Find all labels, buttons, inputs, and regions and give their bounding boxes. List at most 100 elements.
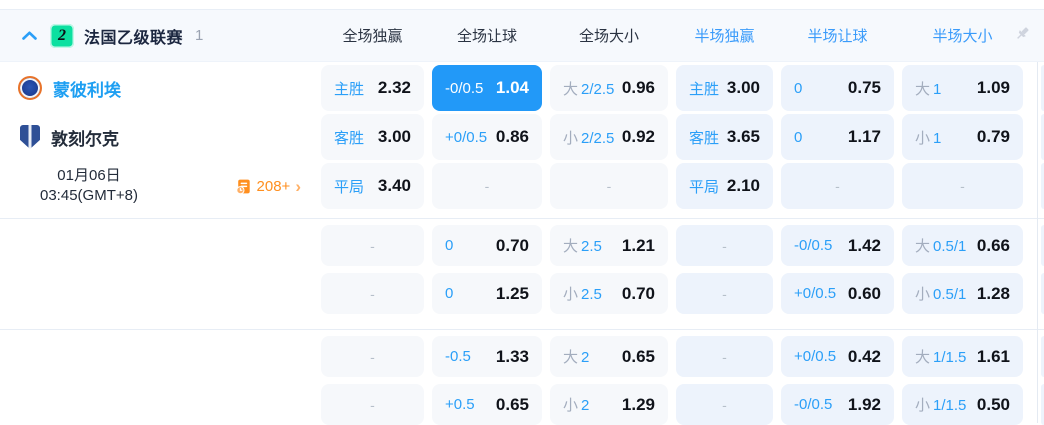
odds-dash: - xyxy=(370,396,375,413)
chevron-right-icon: › xyxy=(295,176,301,196)
odds-value: 0.86 xyxy=(495,127,529,146)
odds-value: 2.10 xyxy=(726,176,760,195)
odds-line-label: 小 1/1.5 xyxy=(915,394,966,415)
row-home: 蒙彼利埃 主胜 2.32 -0/0.5 1.04 大 2/2.5 0.96 主胜 3.00 0 0.… xyxy=(0,65,1044,111)
line-value: 2 xyxy=(581,349,590,366)
alt-line-row: -0 0.70 大 2.5 1.21- -0/0.5 1.42 大 0.5/1 0.66 xyxy=(0,225,1044,266)
odds-label: 0 xyxy=(794,79,803,97)
odds-cell[interactable]: 大 2/2.5 0.96 xyxy=(550,65,668,111)
odds-cell[interactable]: - xyxy=(781,163,894,209)
odds-value: 0.92 xyxy=(621,127,655,146)
odds-cell[interactable]: - xyxy=(321,225,424,266)
odds-cell[interactable]: -0/0.5 1.04 xyxy=(432,65,542,111)
odds-cell[interactable]: 0 0.70 xyxy=(432,225,542,266)
league-name: 法国乙级联赛 xyxy=(84,29,184,47)
odds-value: 0.50 xyxy=(976,394,1010,414)
odds-value: 0.79 xyxy=(976,127,1010,146)
odds-label: -0/0.5 xyxy=(445,79,484,97)
odds-line-label: 大 2.5 xyxy=(563,235,602,256)
odds-cell[interactable]: 平局 2.10 xyxy=(676,163,773,209)
odds-cell[interactable]: 小 2/2.5 0.92 xyxy=(550,114,668,160)
odds-cell[interactable]: - xyxy=(902,163,1023,209)
alt-line-row: - +0.5 0.65 小 2 1.29- -0/0.5 1.92 小 1/1.5 0.50 xyxy=(0,384,1044,425)
markets-list-clock-icon xyxy=(235,179,250,194)
odds-cell[interactable]: - xyxy=(432,163,542,209)
column-header-ht-handicap: 半场让球 xyxy=(807,28,868,45)
odds-line-label: 大1 xyxy=(915,78,941,99)
line-value: 2 xyxy=(581,397,590,414)
odds-cell[interactable]: 小 1/1.5 0.50 xyxy=(902,384,1023,425)
league-header: 2 法国乙级联赛 1 全场独赢 全场让球 全场大小 半场独赢 半场让球 半场大小 xyxy=(0,10,1044,62)
odds-cell[interactable]: - xyxy=(676,225,773,266)
alt-line-row: - -0.5 1.33 大 2 0.65- +0/0.5 0.42 大 1/1.5 1.61 xyxy=(0,336,1044,377)
odds-cell[interactable]: +0/0.5 0.60 xyxy=(781,273,894,314)
match-datetime: 01月06日 03:45(GMT+8) xyxy=(40,166,138,207)
odds-cell[interactable]: 客胜 3.00 xyxy=(321,114,424,160)
league-match-count: 1 xyxy=(195,27,204,44)
pin-icon[interactable] xyxy=(1014,25,1031,47)
line-value: 2/2.5 xyxy=(581,129,615,147)
section-main: 蒙彼利埃 主胜 2.32 -0/0.5 1.04 大 2/2.5 0.96 主胜 3.00 0 0.… xyxy=(0,62,1044,218)
odds-cell[interactable]: 0 0.75 xyxy=(781,65,894,111)
odds-cell[interactable]: 小 0.5/1 1.28 xyxy=(902,273,1023,314)
over-under-prefix: 小 xyxy=(915,397,931,414)
column-header-ht-1x2: 半场独赢 xyxy=(694,28,755,45)
line-value: 1 xyxy=(933,80,942,98)
odds-line-label: 大 1/1.5 xyxy=(915,346,966,367)
more-markets-link[interactable]: 208+ › xyxy=(235,178,301,195)
odds-value: 1.04 xyxy=(495,78,529,97)
match-time: 03:45(GMT+8) xyxy=(40,187,138,204)
odds-cell[interactable]: - xyxy=(676,336,773,377)
odds-cell[interactable]: 客胜 3.65 xyxy=(676,114,773,160)
odds-cell[interactable]: +0.5 0.65 xyxy=(432,384,542,425)
over-under-prefix: 大 xyxy=(915,80,931,98)
odds-line-label: 小 2/2.5 xyxy=(563,127,614,148)
line-value: 2.5 xyxy=(581,286,602,303)
odds-cell[interactable]: -0/0.5 1.92 xyxy=(781,384,894,425)
odds-cell[interactable]: 平局 3.40 xyxy=(321,163,424,209)
odds-cell[interactable]: 0 1.25 xyxy=(432,273,542,314)
odds-cell[interactable]: 大 1/1.5 1.61 xyxy=(902,336,1023,377)
odds-cell[interactable]: 主胜 3.00 xyxy=(676,65,773,111)
line-value: 1/1.5 xyxy=(933,349,967,366)
odds-value: 1.33 xyxy=(495,346,529,366)
odds-cell[interactable]: +0/0.5 0.86 xyxy=(432,114,542,160)
odds-label: +0.5 xyxy=(445,396,475,413)
odds-cell[interactable]: 大 2 0.65 xyxy=(550,336,668,377)
odds-widget: 2 法国乙级联赛 1 全场独赢 全场让球 全场大小 半场独赢 半场让球 半场大小 xyxy=(0,0,1044,425)
odds-cell[interactable]: 主胜 2.32 xyxy=(321,65,424,111)
row-away: 敦刻尔克 客胜 3.00 +0/0.5 0.86 小 2/2.5 0.92 客胜 3.65 0 1.… xyxy=(0,114,1044,160)
odds-cell[interactable]: 大 2.5 1.21 xyxy=(550,225,668,266)
odds-label: 主胜 xyxy=(689,80,720,98)
over-under-prefix: 大 xyxy=(915,349,931,366)
odds-cell[interactable]: -0.5 1.33 xyxy=(432,336,542,377)
odds-cell[interactable]: -0/0.5 1.42 xyxy=(781,225,894,266)
odds-cell[interactable]: 小 2.5 0.70 xyxy=(550,273,668,314)
odds-cell[interactable]: +0/0.5 0.42 xyxy=(781,336,894,377)
odds-cell[interactable]: - xyxy=(676,273,773,314)
odds-cell[interactable]: - xyxy=(321,384,424,425)
odds-cell[interactable]: - xyxy=(321,336,424,377)
over-under-prefix: 大 xyxy=(563,349,579,366)
home-team-name: 蒙彼利埃 xyxy=(53,80,121,100)
odds-cell[interactable]: - xyxy=(321,273,424,314)
odds-value: 3.00 xyxy=(377,127,411,146)
odds-line-label: 大2 xyxy=(563,346,589,367)
odds-cell[interactable]: 大 1 1.09 xyxy=(902,65,1023,111)
away-team[interactable]: 敦刻尔克 xyxy=(0,114,313,160)
odds-value: 1.09 xyxy=(976,78,1010,97)
odds-cell[interactable]: 小 1 0.79 xyxy=(902,114,1023,160)
collapse-chevron-up-icon[interactable] xyxy=(18,25,40,47)
odds-cell[interactable]: - xyxy=(550,163,668,209)
odds-cell[interactable]: 小 2 1.29 xyxy=(550,384,668,425)
home-team[interactable]: 蒙彼利埃 xyxy=(0,65,313,111)
odds-label: +0/0.5 xyxy=(794,348,837,365)
odds-cell[interactable]: 0 1.17 xyxy=(781,114,894,160)
line-value: 0.5/1 xyxy=(933,238,967,255)
column-header-ft-1x2: 全场独赢 xyxy=(342,28,403,45)
odds-value: 1.29 xyxy=(621,394,655,414)
odds-line-label: 小2 xyxy=(563,394,589,415)
odds-cell[interactable]: 大 0.5/1 0.66 xyxy=(902,225,1023,266)
line-value: 0.5/1 xyxy=(933,286,967,303)
odds-cell[interactable]: - xyxy=(676,384,773,425)
